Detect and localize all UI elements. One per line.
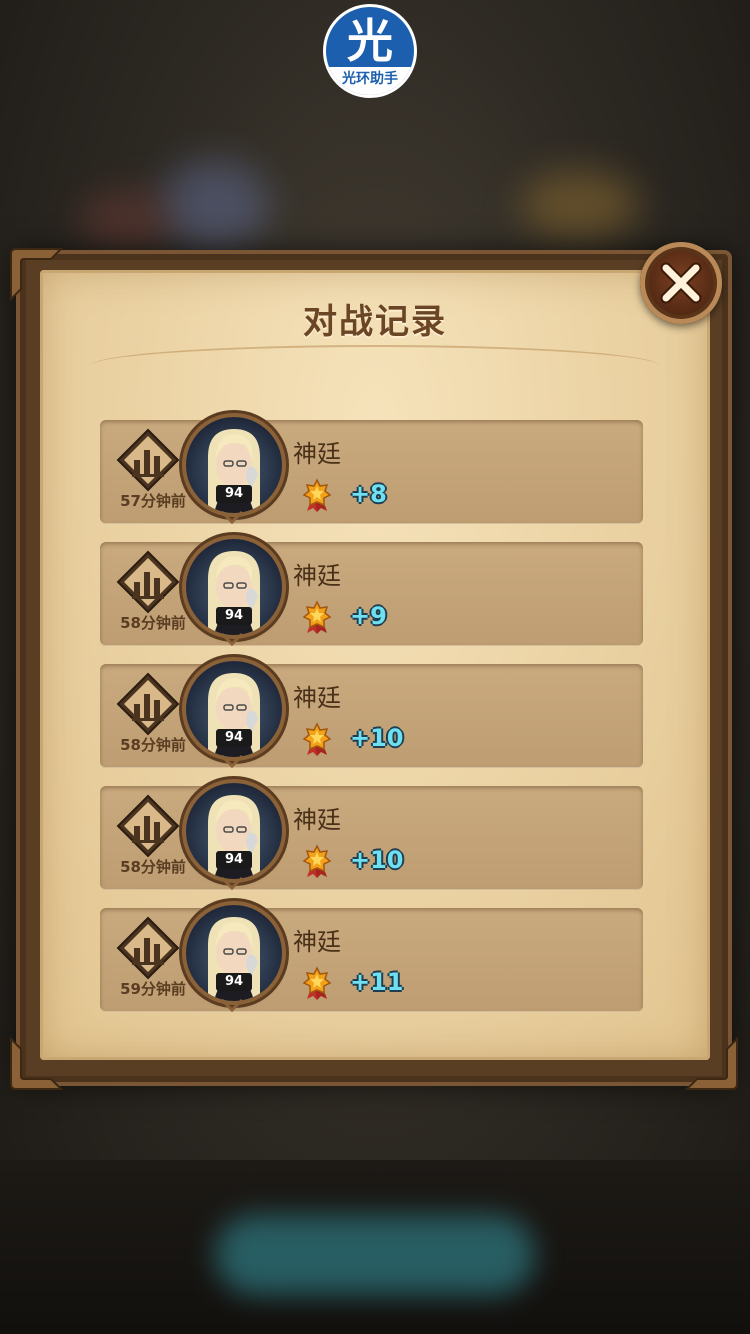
stats-icon[interactable] bbox=[114, 548, 182, 616]
background-blur bbox=[160, 160, 270, 250]
portrait-pip-icon bbox=[220, 632, 244, 646]
score-change: +11 bbox=[350, 968, 404, 996]
hero-level: 94 bbox=[216, 729, 252, 747]
record-list: 57分钟前 94 神廷 +8 58分钟前 94 神廷 +9 58分钟前 94 神… bbox=[100, 417, 643, 1030]
score-change: +10 bbox=[350, 724, 404, 752]
medal-icon bbox=[302, 844, 332, 878]
stats-icon[interactable] bbox=[114, 670, 182, 738]
record-time: 57分钟前 bbox=[120, 492, 186, 510]
score-change: +8 bbox=[350, 480, 387, 508]
score-change: +9 bbox=[350, 602, 387, 630]
record-row[interactable]: 58分钟前 94 神廷 +9 bbox=[100, 539, 643, 646]
stats-icon[interactable] bbox=[114, 914, 182, 982]
portrait-pip-icon bbox=[220, 876, 244, 890]
panel-title: 对战记录 bbox=[303, 302, 447, 342]
portrait-pip-icon bbox=[220, 754, 244, 768]
record-time: 58分钟前 bbox=[120, 736, 186, 754]
medal-icon bbox=[302, 478, 332, 512]
opponent-name: 神廷 bbox=[293, 440, 341, 468]
medal-icon bbox=[302, 600, 332, 634]
close-button[interactable] bbox=[640, 242, 722, 324]
score-change: +10 bbox=[350, 846, 404, 874]
stats-icon[interactable] bbox=[114, 792, 182, 860]
hero-level: 94 bbox=[216, 851, 252, 869]
hero-portrait[interactable]: 94 bbox=[186, 539, 282, 635]
hero-portrait[interactable]: 94 bbox=[186, 661, 282, 757]
record-time: 58分钟前 bbox=[120, 858, 186, 876]
hero-level: 94 bbox=[216, 607, 252, 625]
watermark-glyph: 光 bbox=[347, 14, 393, 68]
opponent-name: 神廷 bbox=[293, 684, 341, 712]
background-button-blur bbox=[215, 1215, 535, 1295]
record-row[interactable]: 57分钟前 94 神廷 +8 bbox=[100, 417, 643, 524]
watermark-logo: 光 光环助手 bbox=[323, 4, 417, 98]
hero-level: 94 bbox=[216, 485, 252, 503]
opponent-name: 神廷 bbox=[293, 806, 341, 834]
panel-trim bbox=[90, 345, 660, 387]
hero-portrait[interactable]: 94 bbox=[186, 783, 282, 879]
record-row[interactable]: 58分钟前 94 神廷 +10 bbox=[100, 661, 643, 768]
medal-icon bbox=[302, 966, 332, 1000]
opponent-name: 神廷 bbox=[293, 562, 341, 590]
record-row[interactable]: 59分钟前 94 神廷 +11 bbox=[100, 905, 643, 1012]
opponent-name: 神廷 bbox=[293, 928, 341, 956]
background-blur bbox=[520, 170, 640, 240]
watermark-text: 光环助手 bbox=[326, 67, 414, 95]
portrait-pip-icon bbox=[220, 998, 244, 1012]
hero-portrait[interactable]: 94 bbox=[186, 905, 282, 1001]
portrait-pip-icon bbox=[220, 510, 244, 524]
stats-icon[interactable] bbox=[114, 426, 182, 494]
record-time: 59分钟前 bbox=[120, 980, 186, 998]
background-blur bbox=[80, 190, 170, 250]
hero-portrait[interactable]: 94 bbox=[186, 417, 282, 513]
hero-level: 94 bbox=[216, 973, 252, 991]
record-time: 58分钟前 bbox=[120, 614, 186, 632]
record-row[interactable]: 58分钟前 94 神廷 +10 bbox=[100, 783, 643, 890]
close-icon bbox=[660, 262, 702, 304]
medal-icon bbox=[302, 722, 332, 756]
